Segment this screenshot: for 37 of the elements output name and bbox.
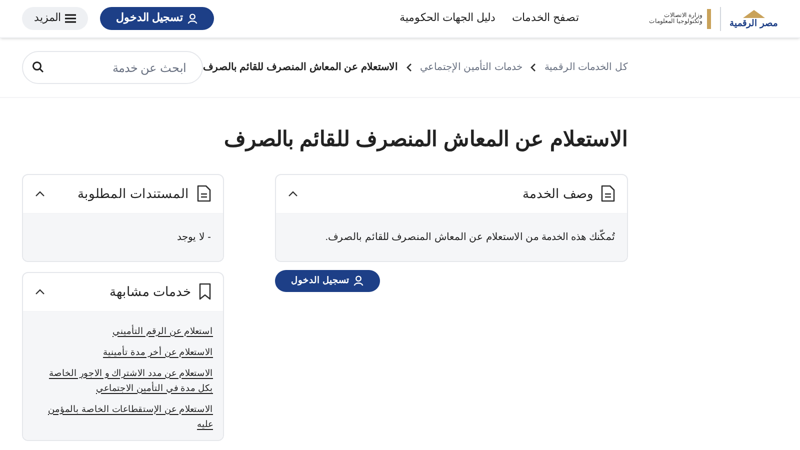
nav-link[interactable]: دليل الجهات الحكومية (400, 10, 496, 27)
panel-title: وصف الخدمة (522, 184, 593, 204)
service-link[interactable]: الاستعلام عن الإستقطاعات الخاصة بالمؤمن عليه (33, 402, 213, 432)
panel-header[interactable]: وصف الخدمة (276, 174, 627, 212)
chevron-up-icon[interactable] (288, 190, 298, 196)
document-icon (197, 185, 211, 202)
panel-title: خدمات مشابهة (109, 282, 191, 302)
chevron-up-icon[interactable] (35, 190, 45, 196)
breadcrumb-item: الاستعلام عن المعاش المنصرف للقائم بالصرف (202, 61, 398, 75)
panel-header[interactable]: المستندات المطلوبة (23, 174, 223, 212)
user-icon (353, 275, 364, 286)
login-button[interactable]: تسجيل الدخول (275, 270, 380, 292)
menu-icon (65, 14, 76, 23)
breadcrumb-item[interactable]: خدمات التأمين الإجتماعي (420, 60, 522, 75)
pyramid-logo-icon (740, 9, 767, 19)
chevron-up-icon[interactable] (35, 288, 45, 294)
document-icon (601, 185, 615, 202)
logo[interactable]: مصر الرقمية (729, 9, 778, 28)
panel-text: - لا يوجد (176, 230, 211, 244)
chevron-icon (406, 63, 412, 72)
nav-link[interactable]: تصفح الخدمات (512, 10, 579, 27)
service-link[interactable]: استعلام عن الرقم التأميني (112, 324, 213, 338)
breadcrumb-item[interactable]: كل الخدمات الرقمية (544, 60, 628, 75)
login-button[interactable]: تسجيل الدخول (100, 7, 214, 30)
service-link[interactable]: الاستعلام عن مدد الاشتراك و الاجور الخاصة بكل مدة في التأمين الاجتماعي (33, 366, 213, 396)
page-title: الاستعلام عن المعاش المنصرف للقائم بالصرف (222, 127, 628, 154)
panel-title: المستندات المطلوبة (77, 184, 189, 204)
user-icon (187, 13, 198, 24)
search-icon (32, 61, 44, 73)
search-field[interactable]: ابحث عن خدمة (22, 51, 203, 84)
chevron-icon (530, 63, 536, 72)
bookmark-icon (199, 283, 211, 300)
panel-text: تُمكّنك هذه الخدمة من الاستعلام عن المعاش المنصرف للقائم بالصرف. (288, 228, 615, 246)
logo-text: مصر الرقمية (729, 19, 778, 28)
service-link[interactable]: الاستعلام عن أخر مدة تأمينية (102, 344, 213, 360)
panel-header[interactable]: خدمات مشابهة (23, 272, 223, 310)
more-button[interactable]: المزيد (22, 7, 88, 30)
